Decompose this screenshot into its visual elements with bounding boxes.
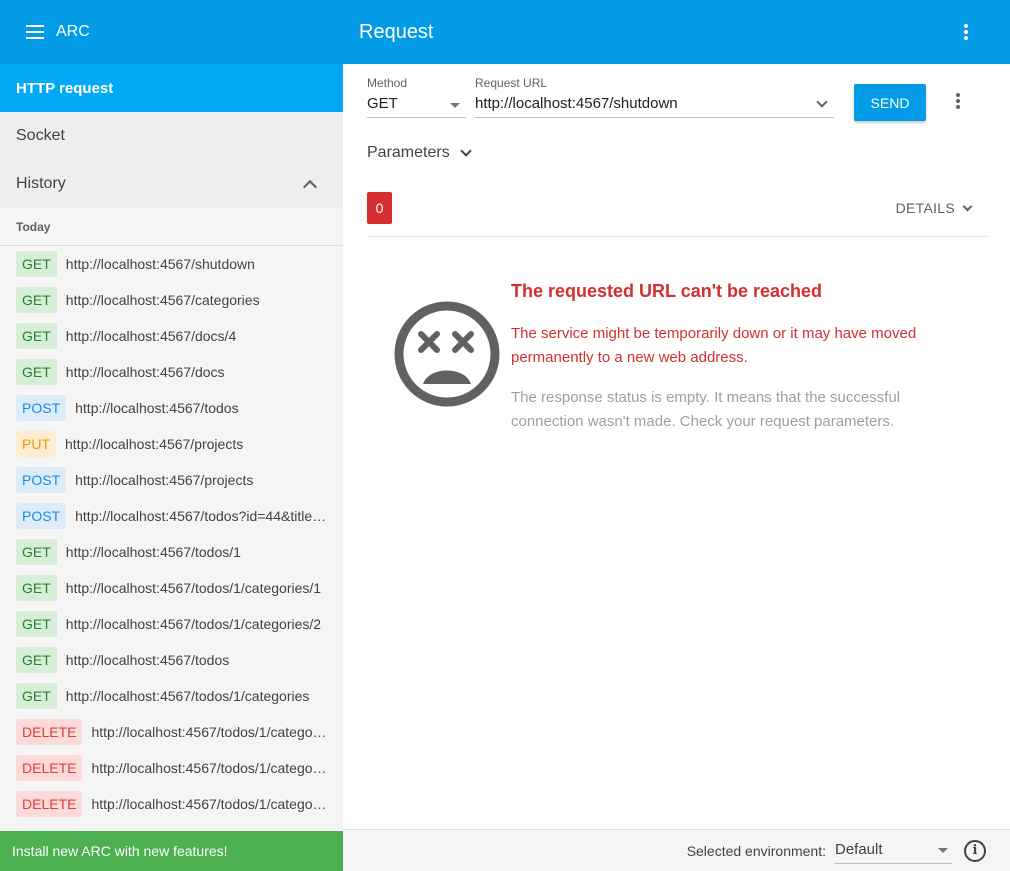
history-url: http://localhost:4567/docs — [65, 364, 225, 380]
history-item[interactable]: GET http://localhost:4567/todos/1/categor… — [0, 570, 343, 606]
method-value: GET — [367, 95, 398, 112]
url-label: Request URL — [475, 76, 548, 90]
history-url: http://localhost:4567/docs/4 — [65, 328, 237, 344]
error-text: The requested URL can't be reached The s… — [511, 278, 961, 434]
method-badge: GET — [16, 323, 57, 349]
nav-item-history-label: History — [16, 175, 66, 192]
more-vert-icon[interactable] — [964, 24, 968, 40]
method-badge: DELETE — [16, 791, 83, 817]
history-item[interactable]: DELETE http://localhost:4567/todos/1/cate… — [0, 750, 343, 786]
history-item[interactable]: GET http://localhost:4567/docs/4 — [0, 318, 343, 354]
details-label: DETAILS — [895, 200, 955, 216]
main-header: Request — [343, 0, 1010, 64]
history-url: http://localhost:4567/todos — [75, 400, 239, 416]
environment-label: Selected environment: — [686, 842, 826, 859]
history-url: http://localhost:4567/todos — [65, 652, 230, 668]
history-url: http://localhost:4567/todos/1/categories… — [91, 760, 331, 776]
method-badge: POST — [16, 395, 67, 421]
history-item[interactable]: GET http://localhost:4567/shutdown — [0, 246, 343, 282]
sidebar-header: ARC — [0, 0, 343, 64]
history-group-label: Today — [0, 208, 343, 246]
environment-select[interactable]: Default — [835, 838, 952, 864]
method-select[interactable]: GET — [367, 95, 466, 118]
url-input[interactable]: http://localhost:4567/shutdown — [475, 95, 834, 118]
dropdown-arrow-icon — [450, 103, 460, 108]
dropdown-arrow-icon — [938, 847, 948, 853]
method-badge: GET — [16, 539, 57, 565]
method-badge: POST — [16, 467, 67, 493]
method-badge: GET — [16, 575, 57, 601]
chevron-down-icon — [460, 145, 472, 157]
history-item[interactable]: GET http://localhost:4567/todos — [0, 642, 343, 678]
history-url: http://localhost:4567/todos/1 — [65, 544, 241, 560]
method-badge: GET — [16, 251, 57, 277]
method-badge: DELETE — [16, 719, 83, 745]
history-url: http://localhost:4567/categories — [65, 292, 260, 308]
parameters-toggle[interactable]: Parameters — [367, 144, 472, 162]
history-item[interactable]: DELETE http://localhost:4567/todos/1/cate… — [0, 714, 343, 750]
chevron-up-icon[interactable] — [302, 179, 318, 195]
details-toggle[interactable]: DETAILS — [895, 200, 973, 216]
send-button[interactable]: SEND — [854, 84, 926, 121]
url-value: http://localhost:4567/shutdown — [475, 95, 678, 112]
method-badge: PUT — [16, 431, 56, 457]
method-badge: DELETE — [16, 755, 83, 781]
method-badge: GET — [16, 359, 57, 385]
app-name: ARC — [56, 23, 90, 40]
request-more-vert-icon[interactable] — [956, 93, 960, 109]
method-badge: POST — [16, 503, 67, 529]
method-badge: GET — [16, 647, 57, 673]
history-item[interactable]: GET http://localhost:4567/categories — [0, 282, 343, 318]
history-item[interactable]: GET http://localhost:4567/docs — [0, 354, 343, 390]
history-item[interactable]: GET http://localhost:4567/todos/1/categor… — [0, 606, 343, 642]
error-hint: The response status is empty. It means t… — [511, 389, 901, 430]
history-item[interactable]: GET http://localhost:4567/todos/1 — [0, 534, 343, 570]
history-url: http://localhost:4567/todos?id=44&title=… — [75, 508, 331, 524]
page-title: Request — [359, 20, 434, 43]
environment-value: Default — [835, 840, 883, 858]
sad-face-icon — [394, 301, 500, 407]
method-label: Method — [367, 76, 408, 90]
chevron-down-icon[interactable] — [816, 96, 828, 108]
history-url: http://localhost:4567/todos/1/categories… — [65, 616, 322, 632]
method-badge: GET — [16, 611, 57, 637]
history-url: http://localhost:4567/todos/1/categories… — [91, 724, 331, 740]
nav-item-history[interactable]: History — [0, 160, 343, 208]
method-badge: GET — [16, 287, 57, 313]
footer: Selected environment: Default i — [343, 829, 1010, 871]
main-panel: Request Method GET Request URL http://lo… — [343, 0, 1010, 871]
chevron-down-icon — [962, 201, 973, 211]
history-url: http://localhost:4567/projects — [65, 436, 244, 452]
parameters-label: Parameters — [367, 144, 450, 161]
menu-icon[interactable] — [26, 25, 44, 39]
history-item[interactable]: GET http://localhost:4567/todos/1/categor… — [0, 678, 343, 714]
history-item[interactable]: PUT http://localhost:4567/projects — [0, 426, 343, 462]
response-status-row: 0 DETAILS — [367, 192, 987, 237]
status-badge: 0 — [367, 192, 392, 224]
history-url: http://localhost:4567/todos/1/categories — [65, 688, 310, 704]
history-item[interactable]: POST http://localhost:4567/projects — [0, 462, 343, 498]
error-title: The requested URL can't be reached — [511, 281, 823, 301]
error-description: The service might be temporarily down or… — [511, 325, 917, 366]
history-item[interactable]: POST http://localhost:4567/todos — [0, 390, 343, 426]
nav-item-http-request[interactable]: HTTP request — [0, 64, 343, 112]
method-badge: GET — [16, 683, 57, 709]
history-url: http://localhost:4567/projects — [75, 472, 254, 488]
history-item[interactable]: POST http://localhost:4567/todos?id=44&ti… — [0, 498, 343, 534]
history-url: http://localhost:4567/shutdown — [65, 256, 255, 272]
history-url: http://localhost:4567/todos/1/categories… — [91, 796, 331, 812]
request-row: Method GET Request URL http://localhost:… — [367, 76, 986, 122]
sidebar: ARC HTTP request Socket History Today GE… — [0, 0, 343, 871]
info-icon[interactable]: i — [964, 839, 986, 862]
history-item[interactable]: DELETE http://localhost:4567/todos/1/cate… — [0, 786, 343, 822]
history-url: http://localhost:4567/todos/1/categories… — [65, 580, 322, 596]
nav-item-socket[interactable]: Socket — [0, 112, 343, 160]
history-list: GET http://localhost:4567/shutdown GET http… — [0, 246, 343, 822]
install-banner[interactable]: Install new ARC with new features! — [0, 831, 343, 871]
